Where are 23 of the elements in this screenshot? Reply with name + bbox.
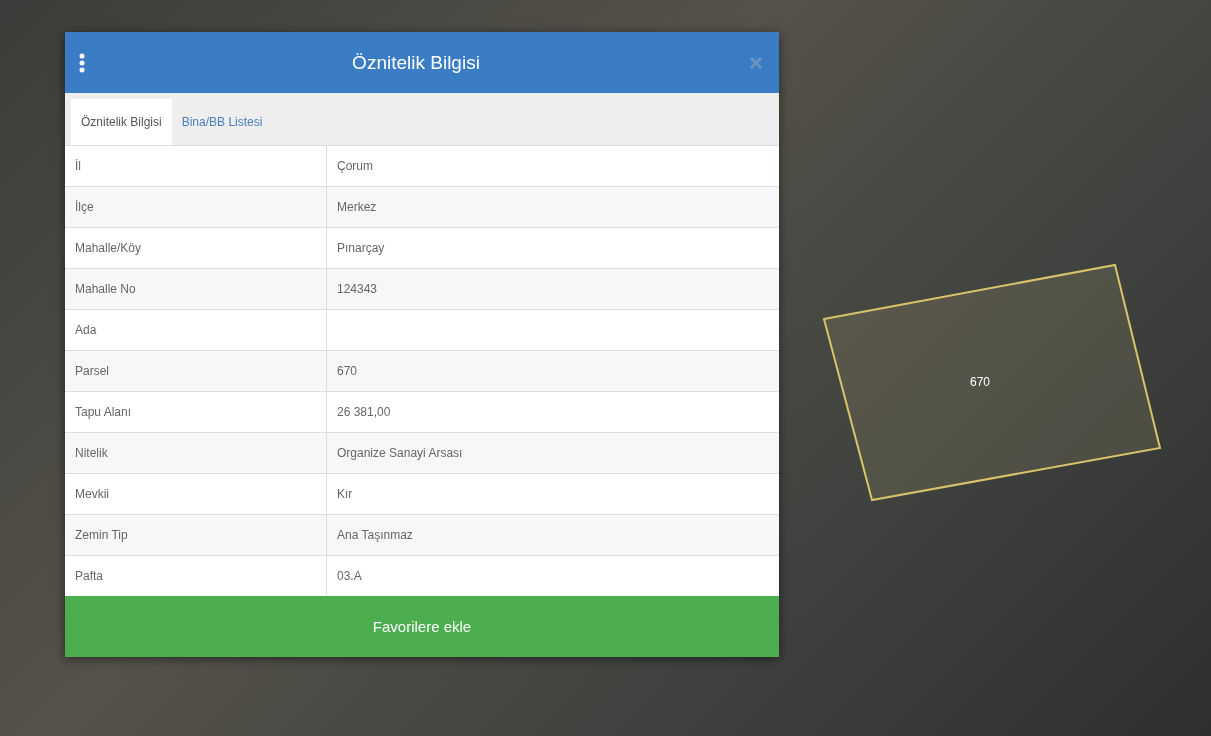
attribute-name: Parsel <box>74 363 110 380</box>
attribute-name: Zemin Tip <box>74 527 129 544</box>
attribute-name: Mahalle/Köy <box>74 240 143 257</box>
attribute-value: 124343 <box>326 269 779 309</box>
attribute-name: İlçe <box>74 199 95 216</box>
menu-icon[interactable] <box>79 52 85 73</box>
attribute-value: 670 <box>326 351 779 391</box>
attribute-name: Mevkii <box>74 486 110 503</box>
attribute-name: Pafta <box>74 568 105 585</box>
add-to-favorites-button[interactable]: Favorilere ekle <box>65 596 779 657</box>
parcel-label: 670 <box>970 375 990 389</box>
attribute-name: Mahalle No <box>74 281 137 298</box>
tab[interactable]: Öznitelik Bilgisi <box>71 99 172 145</box>
attribute-value: Ana Taşınmaz <box>326 515 779 555</box>
parcel-outline[interactable] <box>822 263 1162 502</box>
attribute-name: Tapu Alanı <box>74 404 133 421</box>
attribute-name: Ada <box>74 322 98 339</box>
dialog-title: Öznitelik Bilgisi <box>351 51 481 74</box>
attribute-name: Nitelik <box>74 445 109 462</box>
tab[interactable]: Bina/BB Listesi <box>171 99 273 145</box>
attribute-name: İl <box>74 158 82 175</box>
attribute-value: Merkez <box>326 187 779 227</box>
attribute-value: Organize Sanayi Arsası <box>326 433 779 473</box>
